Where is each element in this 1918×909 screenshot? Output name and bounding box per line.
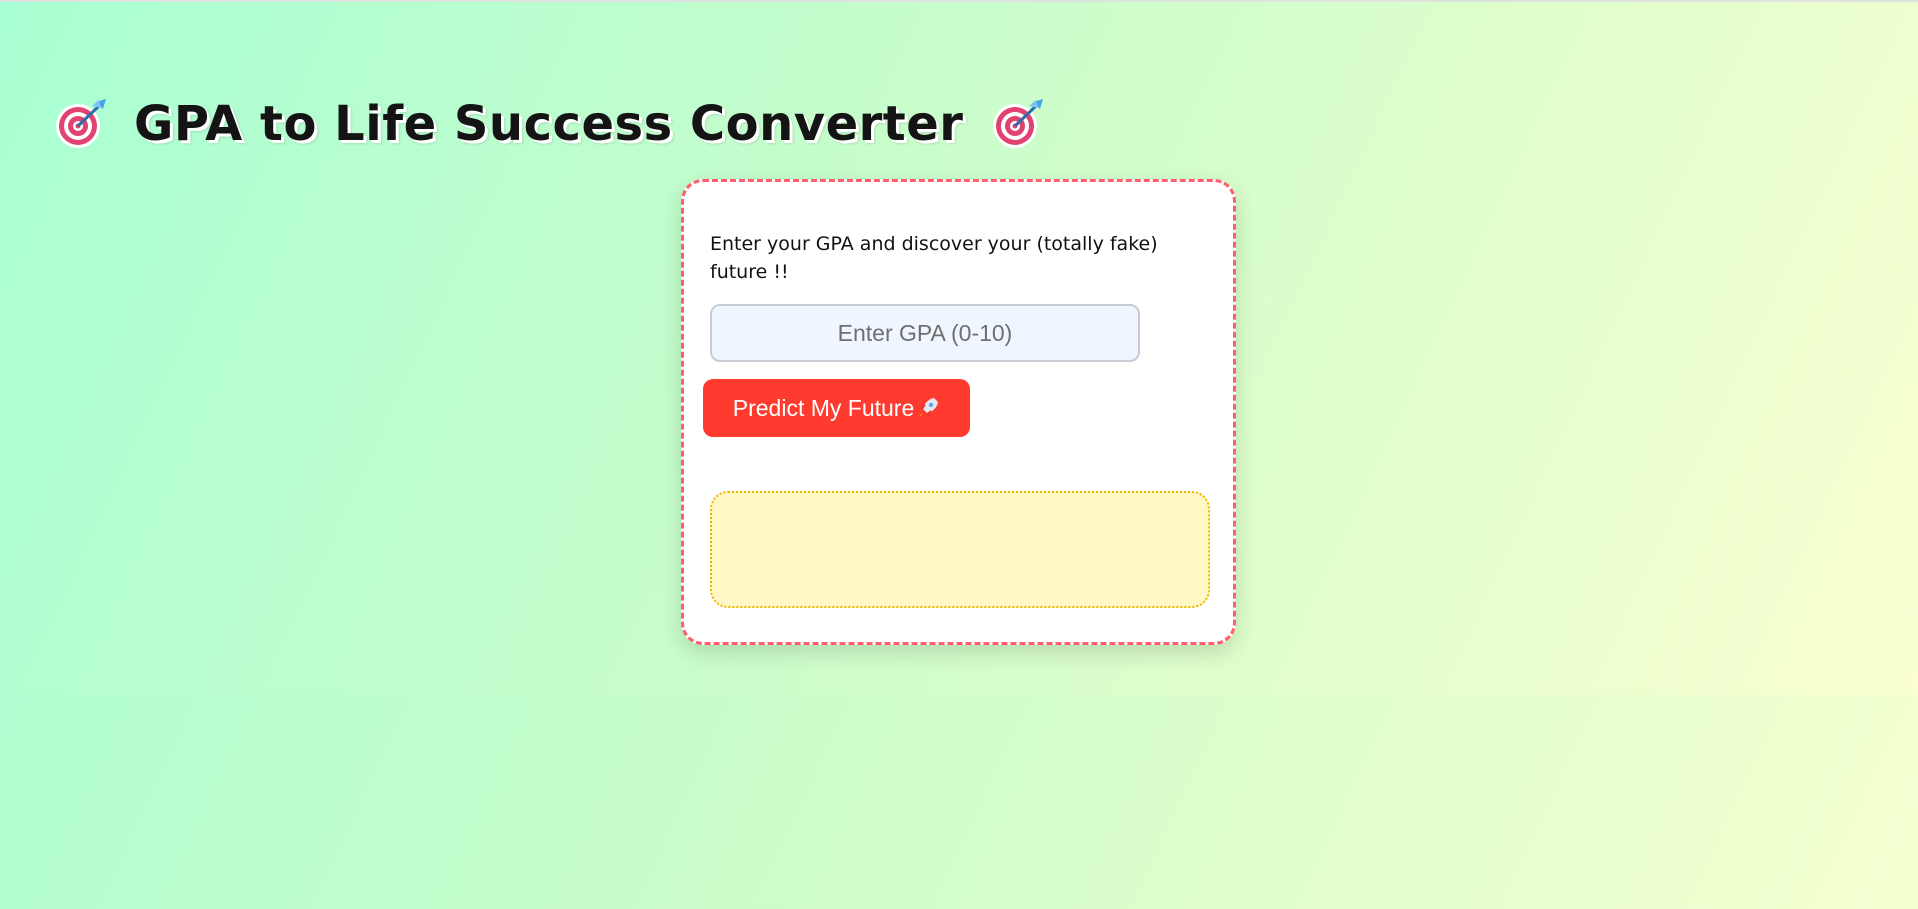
page-title-text: GPA to Life Success Converter (134, 96, 964, 152)
gpa-input[interactable] (710, 304, 1140, 362)
target-icon (56, 99, 106, 148)
result-box (710, 491, 1210, 608)
page-title: GPA to Life Success Converter (52, 88, 1045, 160)
converter-card: Enter your GPA and discover your (totall… (681, 179, 1236, 645)
top-divider (0, 0, 1918, 2)
description-text: Enter your GPA and discover your (totall… (710, 233, 1158, 283)
rocket-icon (919, 398, 939, 417)
predict-button[interactable]: Predict My Future (703, 379, 970, 437)
predict-button-label: Predict My Future (732, 394, 915, 421)
target-icon (993, 99, 1044, 148)
